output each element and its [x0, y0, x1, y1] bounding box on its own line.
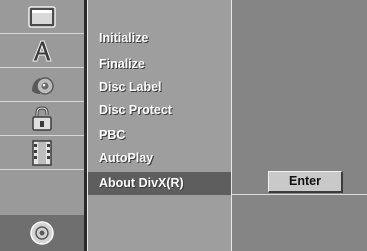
audio-speaker-icon [29, 73, 55, 97]
language-letter-icon [29, 38, 55, 64]
sidebar-item-language[interactable] [0, 34, 84, 68]
menu-item-disc-label[interactable]: Disc Label [88, 76, 231, 99]
sidebar-item-audio[interactable] [0, 68, 84, 102]
setup-category-sidebar [0, 0, 87, 251]
menu-item-autoplay[interactable]: AutoPlay [88, 147, 231, 170]
sidebar-item-disc[interactable] [0, 215, 84, 251]
sidebar-item-display[interactable] [0, 0, 84, 34]
disc-menu-list: Initialize Finalize Disc Label Disc Prot… [87, 0, 232, 251]
menu-item-finalize[interactable]: Finalize [88, 53, 231, 76]
disc-setup-menu: Initialize Finalize Disc Label Disc Prot… [0, 0, 367, 251]
sidebar-item-record[interactable] [0, 136, 84, 170]
menu-item-initialize[interactable]: Initialize [88, 27, 231, 50]
menu-item-disc-protect[interactable]: Disc Protect [88, 99, 231, 122]
divider [232, 194, 367, 195]
lock-icon [30, 105, 54, 132]
disc-icon [29, 220, 55, 246]
tv-screen-icon [27, 5, 57, 29]
menu-item-pbc[interactable]: PBC [88, 124, 231, 147]
menu-item-about-divx[interactable]: About DivX(R) [88, 172, 231, 195]
enter-button[interactable]: Enter [268, 171, 343, 193]
film-record-icon [30, 139, 54, 167]
sidebar-item-lock[interactable] [0, 102, 84, 136]
option-panel: Enter [232, 0, 367, 251]
